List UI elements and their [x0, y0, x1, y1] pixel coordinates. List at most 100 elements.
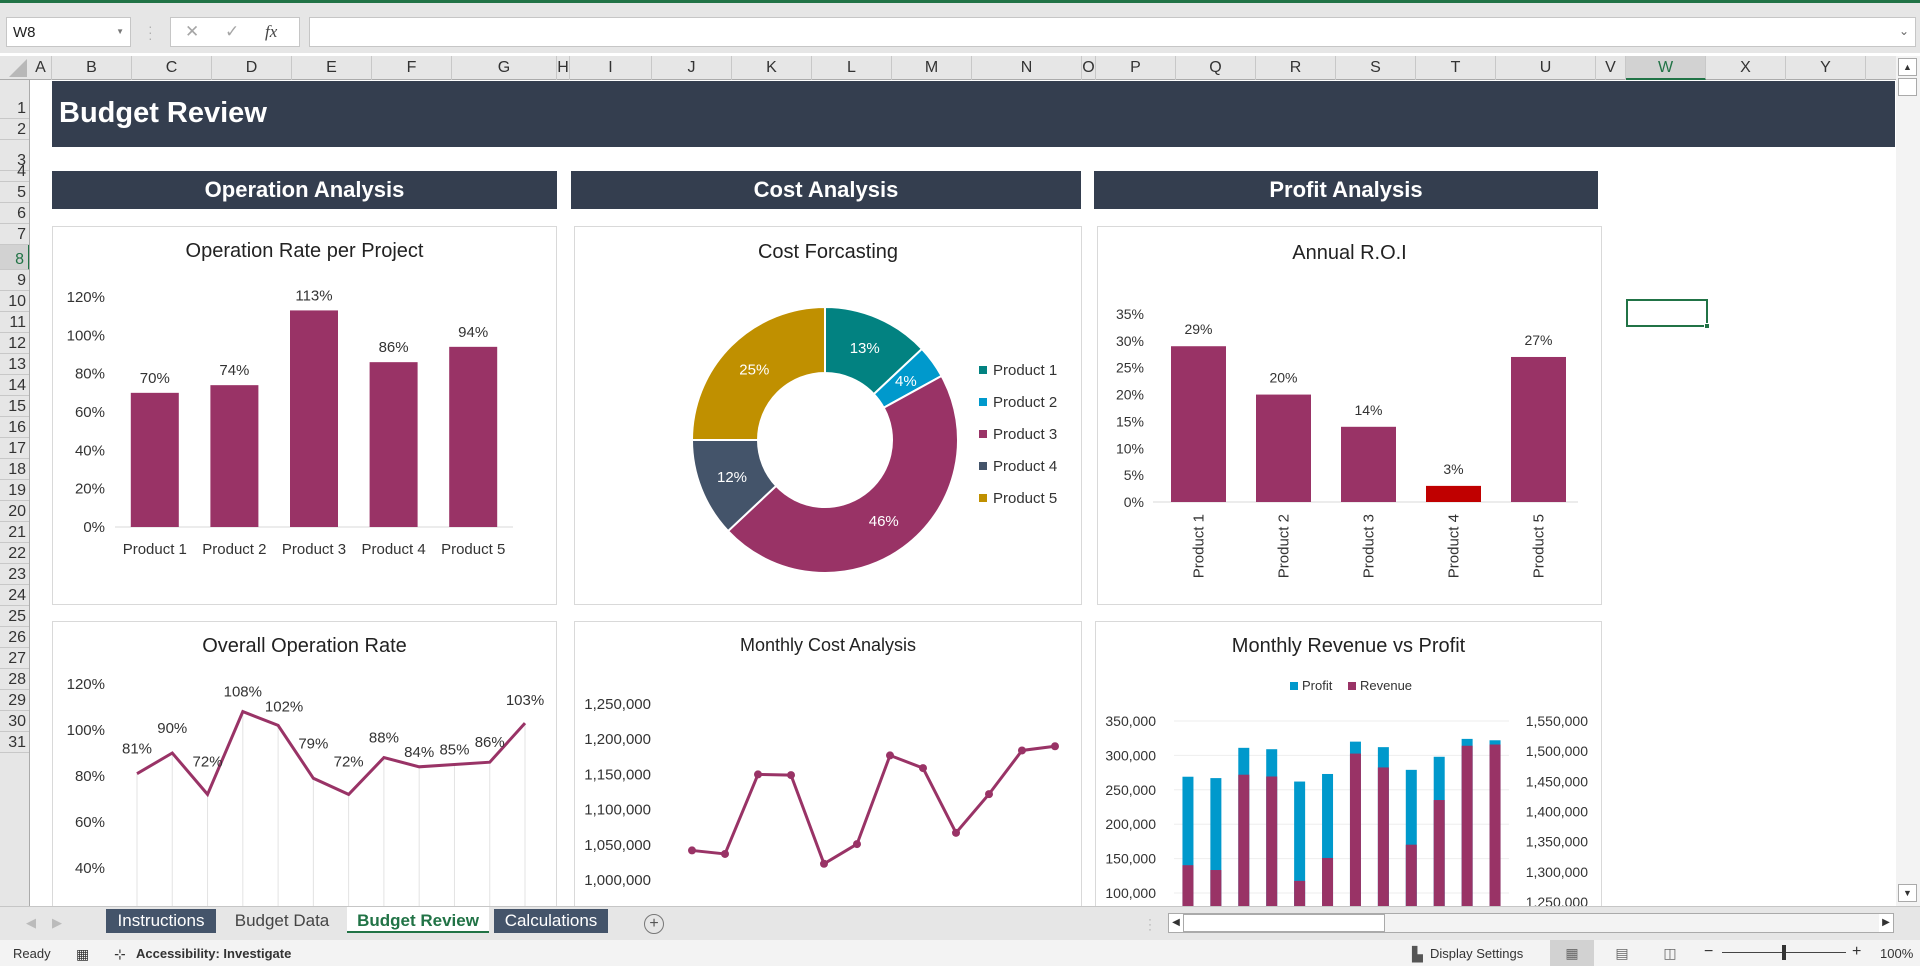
row-header-25[interactable]: 25: [0, 606, 29, 627]
zoom-out-button[interactable]: −: [1704, 943, 1713, 961]
cancel-icon[interactable]: ✕: [185, 22, 199, 42]
row-header-29[interactable]: 29: [0, 690, 29, 711]
row-header-10[interactable]: 10: [0, 291, 29, 312]
column-header-x[interactable]: X: [1706, 56, 1786, 80]
column-header-g[interactable]: G: [452, 56, 557, 80]
tab-scroll-right-icon[interactable]: ▶: [52, 915, 62, 931]
scroll-down-icon[interactable]: ▼: [1898, 884, 1917, 902]
column-header-i[interactable]: I: [570, 56, 652, 80]
column-header-w[interactable]: W: [1626, 56, 1706, 80]
row-header-27[interactable]: 27: [0, 648, 29, 669]
column-header-d[interactable]: D: [212, 56, 292, 80]
zoom-level[interactable]: 100%: [1880, 946, 1913, 961]
column-header-o[interactable]: O: [1082, 56, 1096, 80]
row-header-20[interactable]: 20: [0, 501, 29, 522]
row-header-13[interactable]: 13: [0, 354, 29, 375]
chart-operation-rate-per-project[interactable]: Operation Rate per Project 0% 20% 40% 60% 80…: [52, 226, 557, 605]
row-header-31[interactable]: 31: [0, 732, 29, 753]
row-header-8[interactable]: 8: [0, 245, 29, 270]
column-header-e[interactable]: E: [292, 56, 372, 80]
page-break-preview-icon[interactable]: ◫: [1648, 940, 1692, 966]
column-header-n[interactable]: N: [972, 56, 1082, 80]
row-header-7[interactable]: 7: [0, 224, 29, 245]
vertical-scroll-thumb[interactable]: [1898, 78, 1917, 96]
page-layout-view-icon[interactable]: ▤: [1600, 940, 1644, 966]
accessibility-icon[interactable]: ⊹: [114, 946, 126, 963]
legend-label: Product 2: [993, 394, 1057, 411]
row-header-12[interactable]: 12: [0, 333, 29, 354]
row-header-6[interactable]: 6: [0, 203, 29, 224]
accessibility-status[interactable]: Accessibility: Investigate: [136, 946, 291, 961]
row-header-16[interactable]: 16: [0, 417, 29, 438]
column-header-v[interactable]: V: [1596, 56, 1626, 80]
insert-function-icon[interactable]: fx: [265, 22, 277, 42]
horizontal-scrollbar[interactable]: ◀ ▶: [1168, 913, 1894, 933]
tab-budget-data[interactable]: Budget Data: [222, 909, 342, 933]
column-header-b[interactable]: B: [52, 56, 132, 80]
column-header-f[interactable]: F: [372, 56, 452, 80]
column-header-c[interactable]: C: [132, 56, 212, 80]
enter-icon[interactable]: ✓: [225, 22, 239, 42]
row-header-18[interactable]: 18: [0, 459, 29, 480]
zoom-in-button[interactable]: +: [1852, 943, 1861, 961]
scroll-right-icon[interactable]: ▶: [1879, 914, 1893, 932]
column-header-r[interactable]: R: [1256, 56, 1336, 80]
row-header-21[interactable]: 21: [0, 522, 29, 543]
column-header-p[interactable]: P: [1096, 56, 1176, 80]
row-header-2[interactable]: 2: [0, 119, 29, 140]
column-header-s[interactable]: S: [1336, 56, 1416, 80]
display-settings-button[interactable]: Display Settings: [1430, 946, 1523, 961]
row-header-23[interactable]: 23: [0, 564, 29, 585]
column-header-t[interactable]: T: [1416, 56, 1496, 80]
column-header-h[interactable]: H: [557, 56, 570, 80]
row-header-15[interactable]: 15: [0, 396, 29, 417]
row-header-26[interactable]: 26: [0, 627, 29, 648]
row-header-11[interactable]: 11: [0, 312, 29, 333]
chart-annual-roi[interactable]: Annual R.O.I 0% 5% 10% 15% 20% 25% 30% 35% 29% Pr…: [1097, 226, 1602, 605]
row-header-22[interactable]: 22: [0, 543, 29, 564]
column-header-y[interactable]: Y: [1786, 56, 1866, 80]
row-header-5[interactable]: 5: [0, 182, 29, 203]
row-header-1[interactable]: 1: [0, 80, 29, 119]
splitter-grip-icon[interactable]: · · ·: [1148, 913, 1152, 935]
tab-calculations[interactable]: Calculations: [494, 909, 608, 933]
column-header-u[interactable]: U: [1496, 56, 1596, 80]
select-all-button[interactable]: [0, 56, 30, 80]
row-header-4[interactable]: 4: [0, 163, 29, 182]
vertical-scrollbar[interactable]: ▲ ▼: [1896, 56, 1920, 906]
column-header-j[interactable]: J: [652, 56, 732, 80]
column-header-a[interactable]: A: [30, 56, 52, 80]
row-header-28[interactable]: 28: [0, 669, 29, 690]
row-header-30[interactable]: 30: [0, 711, 29, 732]
chart-monthly-revenue-vs-profit[interactable]: Monthly Revenue vs Profit 100,000 150,000…: [1095, 621, 1602, 906]
chevron-down-icon[interactable]: ▼: [116, 27, 124, 36]
active-cell-selection[interactable]: [1626, 299, 1710, 329]
row-header-17[interactable]: 17: [0, 438, 29, 459]
macro-record-icon[interactable]: ▦: [76, 946, 89, 963]
column-header-l[interactable]: L: [812, 56, 892, 80]
zoom-slider-thumb[interactable]: [1782, 945, 1786, 960]
row-header-24[interactable]: 24: [0, 585, 29, 606]
row-header-14[interactable]: 14: [0, 375, 29, 396]
name-box[interactable]: W8 ▼: [6, 17, 131, 47]
expand-formula-bar-icon[interactable]: ⌄: [1899, 24, 1909, 38]
horizontal-scroll-thumb[interactable]: [1183, 914, 1385, 932]
row-header-9[interactable]: 9: [0, 270, 29, 291]
tab-scroll-left-icon[interactable]: ◀: [26, 915, 36, 931]
chart-overall-operation-rate[interactable]: Overall Operation Rate 40% 60% 80% 100% 120%…: [52, 621, 557, 906]
scroll-up-icon[interactable]: ▲: [1898, 58, 1917, 76]
column-header-q[interactable]: Q: [1176, 56, 1256, 80]
normal-view-icon[interactable]: ▦: [1550, 940, 1594, 966]
display-settings-icon[interactable]: ▙: [1412, 946, 1423, 963]
chart-monthly-cost-analysis[interactable]: Monthly Cost Analysis 1,000,000 1,050,000…: [574, 621, 1082, 906]
formula-input[interactable]: ⌄: [309, 17, 1916, 47]
add-sheet-icon[interactable]: +: [644, 914, 664, 934]
tab-budget-review[interactable]: Budget Review: [347, 907, 489, 933]
tab-instructions[interactable]: Instructions: [106, 909, 216, 933]
chart-cost-forcasting[interactable]: Cost Forcasting 13% 4% 46% 12% 25% Product 1 P…: [574, 226, 1082, 605]
column-header-k[interactable]: K: [732, 56, 812, 80]
row-header-19[interactable]: 19: [0, 480, 29, 501]
fill-handle[interactable]: [1704, 323, 1710, 329]
scroll-left-icon[interactable]: ◀: [1169, 914, 1183, 932]
column-header-m[interactable]: M: [892, 56, 972, 80]
